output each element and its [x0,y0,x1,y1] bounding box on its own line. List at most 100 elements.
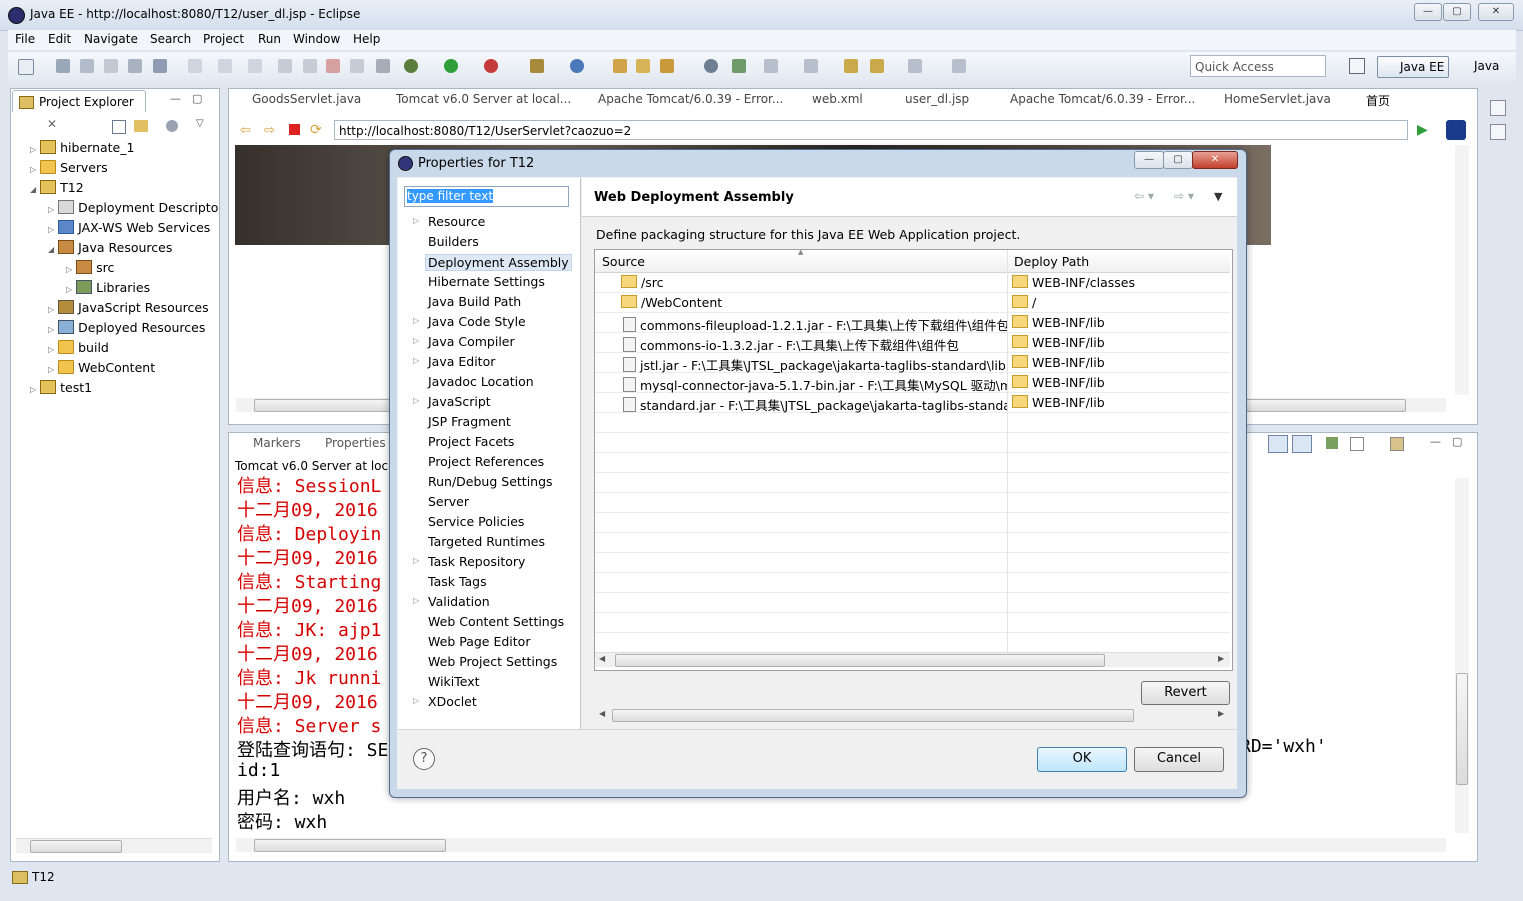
tree-item[interactable]: ▷ Deployment Descripto [48,200,218,215]
stop-icon[interactable] [289,124,300,135]
editor-tab-active[interactable]: 首页 [1366,92,1390,109]
table-row[interactable]: /WebContent / [595,293,1230,313]
scroll-thumb[interactable] [30,840,122,853]
nav-builders[interactable]: Builders [428,234,479,249]
table-row[interactable]: standard.jar - F:\工具集\JTSL_package\jakar… [595,393,1230,413]
nav-resource[interactable]: Resource [428,214,485,229]
editor-tab[interactable]: Apache Tomcat/6.0.39 - Error... [598,92,783,106]
save-all-icon[interactable] [80,59,94,73]
tree-item[interactable]: ▷ src [66,260,114,275]
table-row[interactable]: mysql-connector-java-5.1.7-bin.jar - F:\… [595,373,1230,393]
annotation-icon[interactable] [804,59,818,73]
perspective-javaee-button[interactable]: Java EE [1377,56,1449,78]
menu-file[interactable]: File [15,32,35,46]
perspective-java-button[interactable]: Java [1454,56,1514,78]
close-tab-icon[interactable]: ✕ [47,117,57,131]
word-wrap-icon[interactable] [1292,435,1312,453]
nav-web-page-editor[interactable]: Web Page Editor [428,634,530,649]
column-deploy-path[interactable]: Deploy Path [1014,254,1089,269]
editor-tab[interactable]: Tomcat v6.0 Server at local... [396,92,571,106]
tree-item-selected[interactable]: ◢ T12 [30,180,84,195]
annotation-icon[interactable] [764,59,778,73]
nav-java-code-style[interactable]: Java Code Style [428,314,526,329]
tree-item[interactable]: ▷ Libraries [66,280,150,295]
save-icon[interactable] [56,59,70,73]
project-explorer-tab[interactable]: Project Explorer ✕ [12,90,146,131]
maximize-button[interactable]: ▢ [1443,3,1471,21]
redo-icon[interactable] [248,59,262,73]
menu-navigate[interactable]: Navigate [84,32,138,46]
dialog-minimize-button[interactable]: — [1134,151,1164,169]
nav-service-policies[interactable]: Service Policies [428,514,524,529]
table-row[interactable]: commons-io-1.3.2.jar - F:\工具集\上传下载组件\组件包… [595,333,1230,353]
back-icon[interactable]: ⇦ [240,123,251,138]
expand-icon[interactable]: ▷ [413,216,419,225]
help-icon[interactable]: ? [413,748,435,770]
editor-tab[interactable]: GoodsServlet.java [252,92,361,106]
close-window-button[interactable]: ✕ [1478,3,1514,21]
tree-item[interactable]: ▷ JAX-WS Web Services [48,220,210,235]
nav-javascript[interactable]: JavaScript [428,394,491,409]
nav-validation[interactable]: Validation [428,594,490,609]
table-row[interactable]: jstl.jar - F:\工具集\JTSL_package\jakarta-t… [595,353,1230,373]
tree-item[interactable]: ▷ test1 [30,380,92,395]
back-icon[interactable] [870,59,884,73]
tab-markers[interactable]: Markers [253,436,301,450]
suspend-icon[interactable] [303,59,317,73]
restore-icon[interactable] [1490,100,1506,116]
menu-window[interactable]: Window [293,32,340,46]
editor-tab[interactable]: HomeServlet.java [1224,92,1331,106]
tree-item[interactable]: ▷ WebContent [48,360,155,375]
customize-view-icon[interactable] [166,120,178,132]
expand-icon[interactable]: ▷ [413,396,419,405]
scroll-left-icon[interactable]: ◀ [599,709,605,718]
external-tools-icon[interactable] [484,59,498,73]
revert-button[interactable]: Revert [1141,681,1230,705]
menu-run[interactable]: Run [258,32,281,46]
tree-item[interactable]: ▷ Servers [30,160,108,175]
maximize-view-icon[interactable]: ▢ [1452,435,1462,448]
debug-icon[interactable] [278,59,292,73]
page-hscroll[interactable]: ◀ ▶ [596,708,1230,722]
refresh-icon[interactable]: ⟳ [310,122,322,138]
outline-icon[interactable] [1490,124,1506,140]
minimize-button[interactable]: — [1414,3,1442,21]
tree-item[interactable]: ▷ Deployed Resources [48,320,205,335]
forward-icon[interactable]: ⇨ ▾ [1174,189,1194,203]
scroll-thumb[interactable] [254,839,446,852]
filter-input[interactable]: type filter text [404,186,569,207]
nav-hibernate-settings[interactable]: Hibernate Settings [428,274,545,289]
new-console-icon[interactable] [1390,437,1404,451]
minimize-view-icon[interactable]: — [170,92,181,105]
browser-url-input[interactable]: http://localhost:8080/T12/UserServlet?ca… [334,120,1408,140]
nav-javadoc-location[interactable]: Javadoc Location [428,374,534,389]
nav-deployment-assembly[interactable]: Deployment Assembly [425,254,572,271]
table-hscroll[interactable]: ◀ ▶ [595,652,1230,667]
pin-console-icon[interactable] [1326,437,1338,449]
nav-server[interactable]: Server [428,494,469,509]
scroll-left-icon[interactable]: ◀ [599,654,605,663]
column-source[interactable]: Source [602,254,645,269]
print-icon[interactable] [104,59,118,73]
scroll-right-icon[interactable]: ▶ [1218,709,1224,718]
console-vscroll[interactable] [1455,478,1469,833]
last-edit-icon[interactable] [844,59,858,73]
nav-project-facets[interactable]: Project Facets [428,434,514,449]
nav-xdoclet[interactable]: XDoclet [428,694,477,709]
editor-tab[interactable]: user_dl.jsp [905,92,969,106]
search-icon[interactable] [732,59,746,73]
redo-icon[interactable] [218,59,232,73]
expand-icon[interactable]: ▷ [413,556,419,565]
pin-icon[interactable] [952,59,966,73]
menu-project[interactable]: Project [203,32,244,46]
expand-icon[interactable]: ▷ [413,316,419,325]
browser-icon[interactable] [704,59,718,73]
toolbar-icon[interactable] [128,59,142,73]
go-icon[interactable]: ▶ [1417,122,1428,138]
new-server-icon[interactable] [530,59,544,73]
editor-vscroll[interactable] [1455,145,1469,395]
nav-targeted-runtimes[interactable]: Targeted Runtimes [428,534,545,549]
new-java-class-icon[interactable] [570,59,584,73]
expand-icon[interactable]: ▷ [413,596,419,605]
editor-tab[interactable]: web.xml [812,92,863,106]
